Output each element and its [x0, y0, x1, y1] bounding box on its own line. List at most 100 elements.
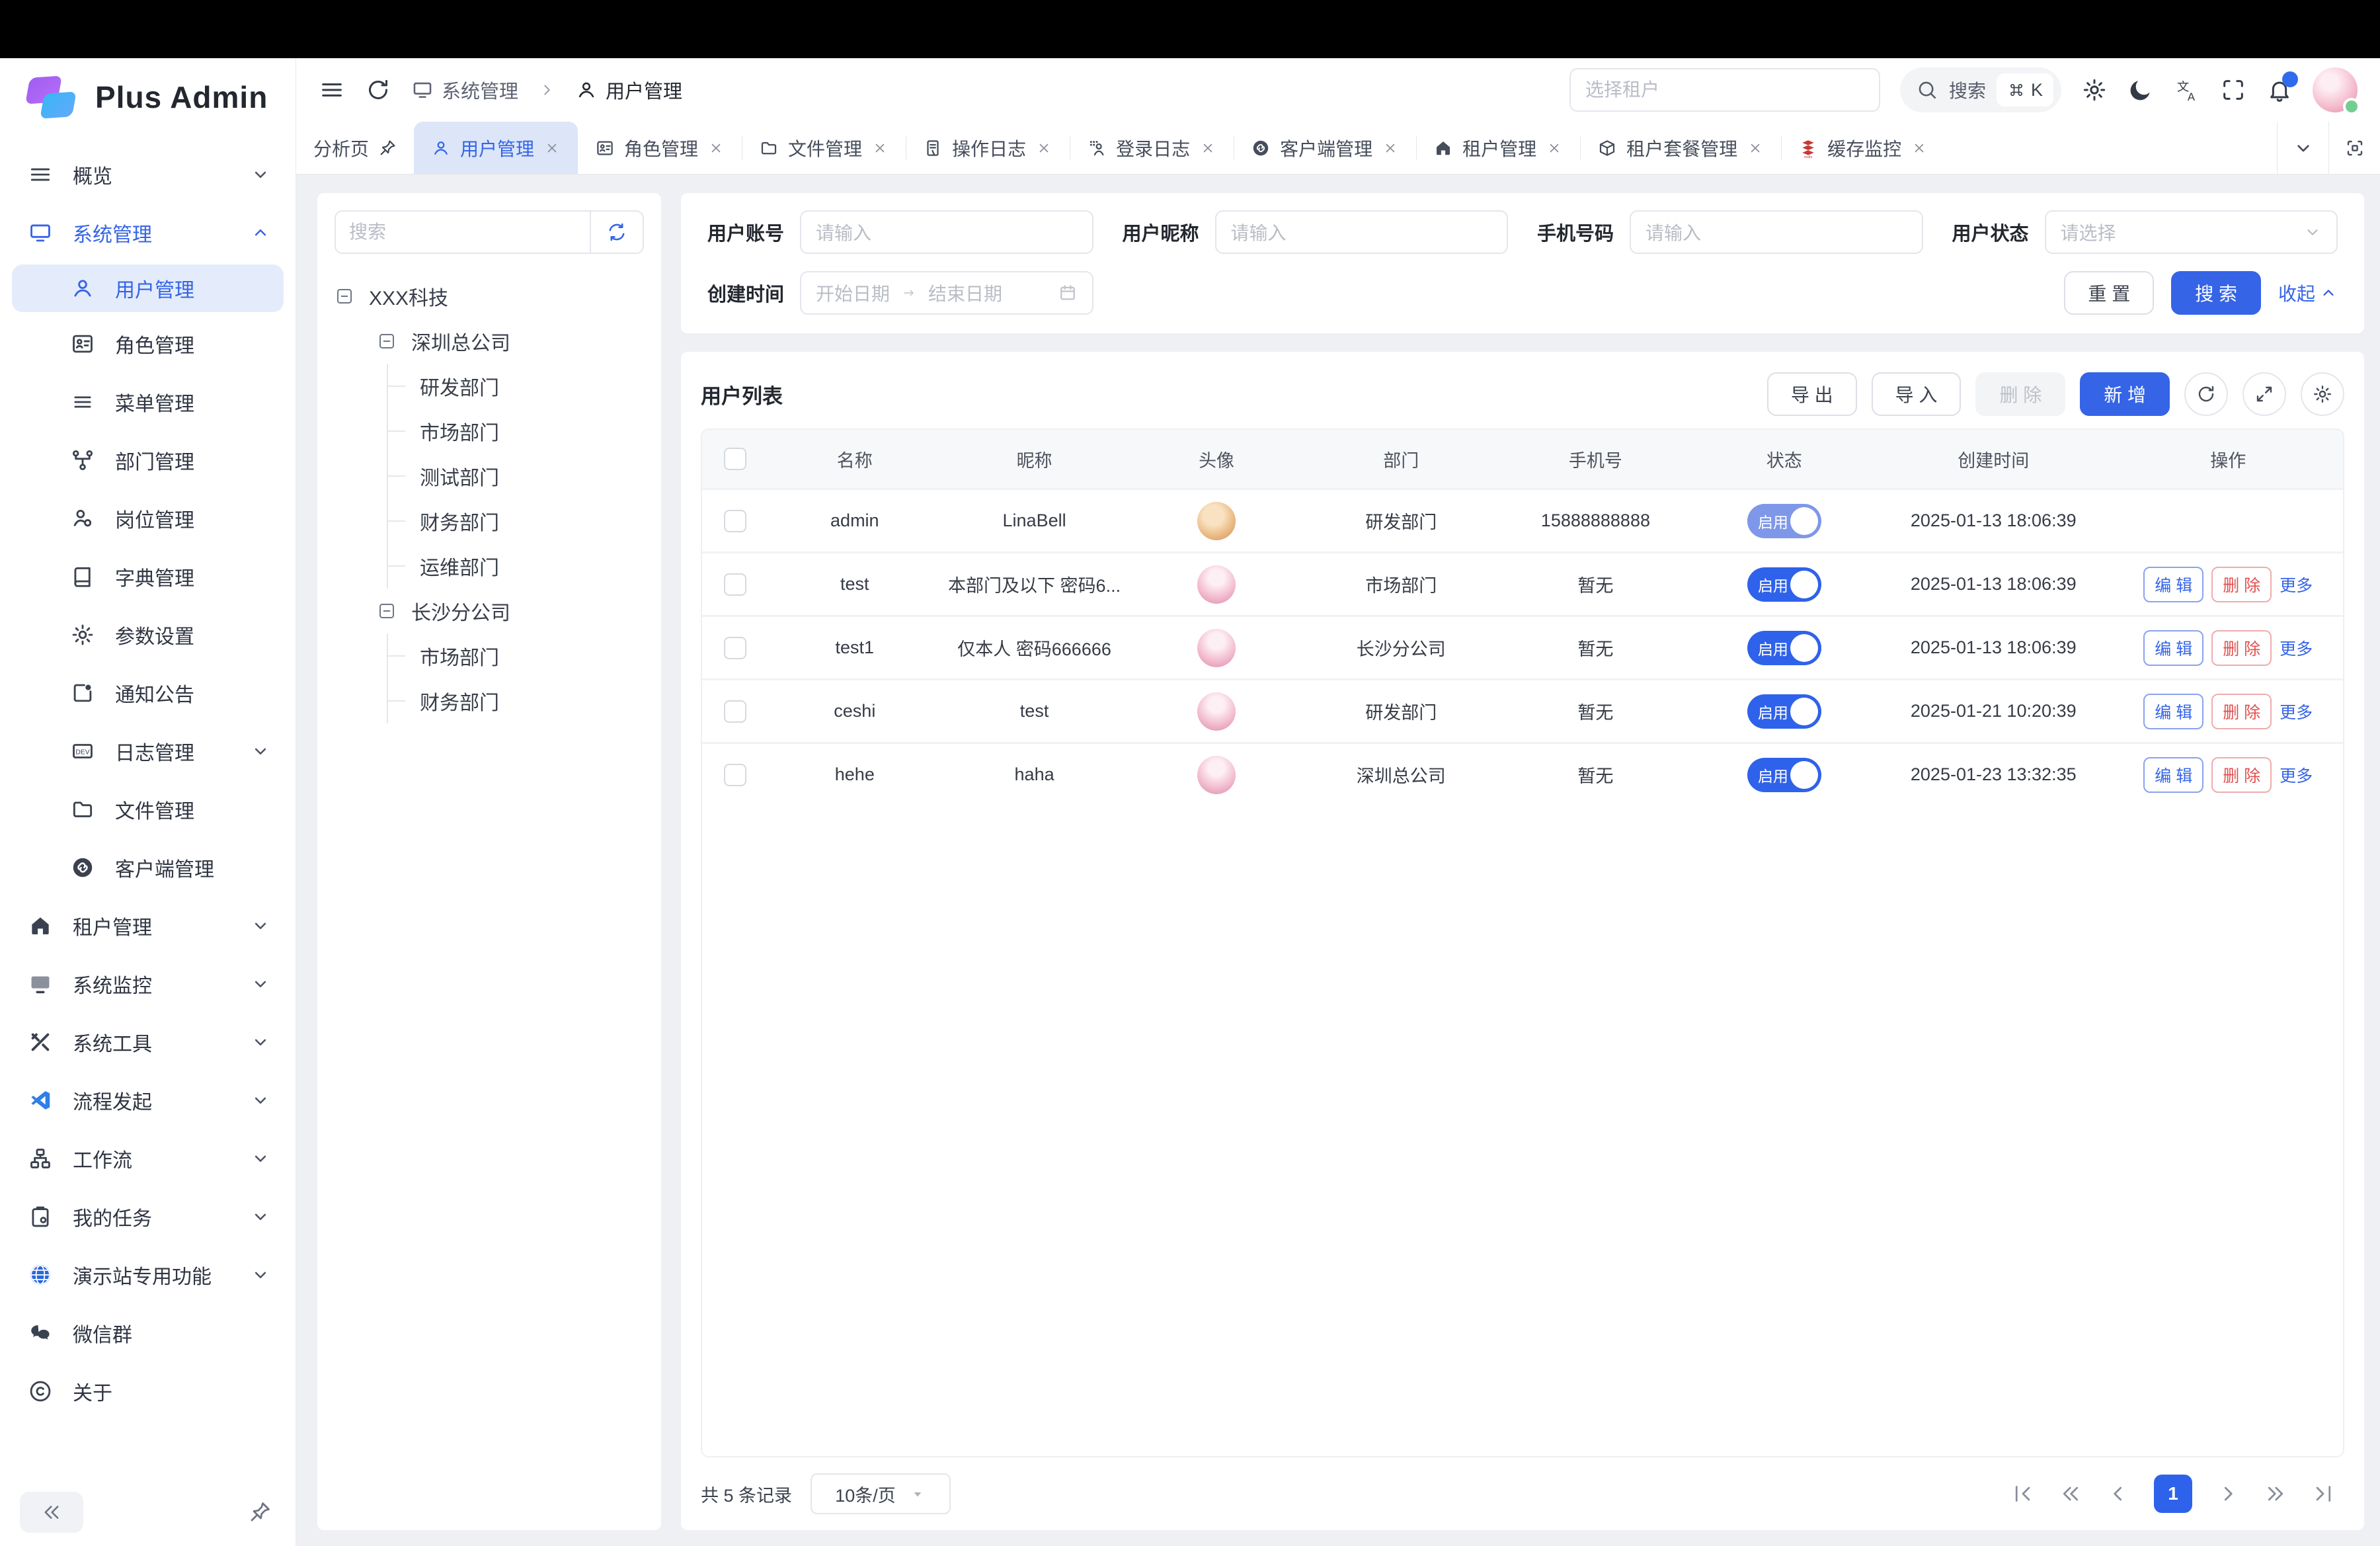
sidebar-item-user-management[interactable]: 用户管理	[12, 264, 284, 312]
status-toggle[interactable]: 启用	[1747, 694, 1821, 729]
close-icon[interactable]	[1546, 140, 1563, 157]
delete-row-button[interactable]: 删 除	[2211, 567, 2272, 602]
export-button[interactable]: 导 出	[1767, 372, 1857, 416]
tree-node-dept[interactable]: 财务部门	[388, 499, 644, 544]
tab-list-dropdown-button[interactable]	[2277, 122, 2328, 174]
prev-page-button[interactable]	[2106, 1482, 2130, 1506]
jump-back-button[interactable]	[2059, 1482, 2082, 1506]
tree-node-dept[interactable]: 运维部门	[388, 544, 644, 589]
more-button[interactable]: 更多	[2280, 636, 2313, 660]
status-toggle[interactable]: 启用	[1747, 758, 1821, 792]
close-icon[interactable]	[1747, 140, 1764, 157]
more-button[interactable]: 更多	[2280, 700, 2313, 723]
tree-node-company[interactable]: XXX科技	[335, 274, 644, 319]
tab-operation-log[interactable]: 操作日志	[906, 122, 1070, 174]
status-toggle[interactable]: 启用	[1747, 504, 1821, 538]
tree-node-dept[interactable]: 市场部门	[388, 409, 644, 454]
sidebar-item-demo-features[interactable]: 演示站专用功能	[0, 1246, 296, 1304]
tree-node-dept[interactable]: 研发部门	[388, 364, 644, 409]
global-search-button[interactable]: 搜索 K	[1900, 67, 2061, 112]
import-button[interactable]: 导 入	[1872, 372, 1962, 416]
tab-analysis[interactable]: 分析页	[296, 122, 414, 174]
close-icon[interactable]	[1911, 140, 1928, 157]
search-button[interactable]: 搜 索	[2171, 271, 2261, 315]
edit-button[interactable]: 编 辑	[2143, 757, 2203, 793]
phone-input[interactable]: 请输入	[1630, 210, 1923, 254]
status-toggle[interactable]: 启用	[1747, 567, 1821, 602]
sidebar-item-process-start[interactable]: 流程发起	[0, 1071, 296, 1129]
sidebar-item-dict-management[interactable]: 字典管理	[0, 548, 296, 606]
dark-mode-moon-icon[interactable]	[2127, 77, 2154, 103]
user-avatar[interactable]	[2313, 67, 2358, 112]
row-checkbox[interactable]	[724, 510, 746, 532]
status-toggle[interactable]: 启用	[1747, 631, 1821, 665]
reset-button[interactable]: 重 置	[2064, 271, 2154, 315]
sidebar-item-system-monitor[interactable]: 系统监控	[0, 955, 296, 1013]
account-input[interactable]: 请输入	[800, 210, 1093, 254]
close-icon[interactable]	[543, 140, 561, 157]
date-range-picker[interactable]: 开始日期 结束日期	[800, 271, 1093, 315]
sidebar-item-wechat-group[interactable]: 微信群	[0, 1304, 296, 1362]
tab-user-management[interactable]: 用户管理	[414, 122, 578, 174]
sidebar-item-system-tools[interactable]: 系统工具	[0, 1013, 296, 1071]
delete-row-button[interactable]: 删 除	[2211, 694, 2272, 729]
fullscreen-icon[interactable]	[2220, 77, 2246, 103]
tab-file-management[interactable]: 文件管理	[742, 122, 906, 174]
tab-client-management[interactable]: 客户端管理	[1234, 122, 1416, 174]
app-logo[interactable]: Plus Admin	[0, 58, 296, 136]
sidebar-item-role-management[interactable]: 角色管理	[0, 315, 296, 373]
delete-row-button[interactable]: 删 除	[2211, 630, 2272, 666]
settings-gear-icon[interactable]	[2081, 77, 2108, 103]
collapse-square-icon[interactable]	[335, 286, 354, 306]
next-page-button[interactable]	[2216, 1482, 2240, 1506]
sidebar-item-department-management[interactable]: 部门管理	[0, 431, 296, 489]
collapse-square-icon[interactable]	[377, 601, 397, 621]
row-checkbox[interactable]	[724, 637, 746, 659]
sidebar-item-about[interactable]: 关于	[0, 1362, 296, 1420]
tree-node-branch[interactable]: 深圳总公司	[377, 319, 644, 364]
tab-cache-monitor[interactable]: redis 缓存监控	[1781, 122, 1945, 174]
edit-button[interactable]: 编 辑	[2143, 694, 2203, 729]
delete-row-button[interactable]: 删 除	[2211, 757, 2272, 793]
row-checkbox[interactable]	[724, 764, 746, 786]
tab-tenant-package-management[interactable]: 租户套餐管理	[1580, 122, 1781, 174]
sidebar-item-param-settings[interactable]: 参数设置	[0, 606, 296, 664]
tree-refresh-button[interactable]	[590, 212, 643, 253]
sidebar-item-log-management[interactable]: DEV 日志管理	[0, 722, 296, 780]
breadcrumb-level2[interactable]: 用户管理	[575, 76, 682, 104]
add-button[interactable]: 新 增	[2080, 372, 2170, 416]
row-checkbox[interactable]	[724, 573, 746, 596]
sidebar-item-my-tasks[interactable]: 我的任务	[0, 1188, 296, 1246]
tree-node-dept[interactable]: 财务部门	[388, 678, 644, 723]
breadcrumb-level1[interactable]: 系统管理	[411, 76, 518, 104]
close-icon[interactable]	[1382, 140, 1399, 157]
sidebar-item-overview[interactable]: 概览	[0, 145, 296, 204]
more-button[interactable]: 更多	[2280, 573, 2313, 596]
sidebar-item-menu-management[interactable]: 菜单管理	[0, 373, 296, 431]
nickname-input[interactable]: 请输入	[1215, 210, 1508, 254]
sidebar-collapse-button[interactable]	[20, 1492, 83, 1533]
pin-icon[interactable]	[248, 1500, 272, 1524]
sidebar-item-notice[interactable]: 通知公告	[0, 664, 296, 722]
refresh-icon[interactable]	[365, 77, 391, 103]
delete-button[interactable]: 删 除	[1975, 372, 2065, 416]
tree-node-branch[interactable]: 长沙分公司	[377, 589, 644, 633]
close-icon[interactable]	[707, 140, 725, 157]
edit-button[interactable]: 编 辑	[2143, 567, 2203, 602]
tab-login-log[interactable]: 登录日志	[1070, 122, 1234, 174]
first-page-button[interactable]	[2011, 1482, 2035, 1506]
last-page-button[interactable]	[2311, 1482, 2335, 1506]
tenant-select-input[interactable]	[1569, 68, 1880, 112]
tree-search-input[interactable]	[336, 222, 590, 243]
current-page-button[interactable]: 1	[2154, 1475, 2192, 1513]
sidebar-item-post-management[interactable]: 岗位管理	[0, 489, 296, 548]
table-refresh-button[interactable]	[2184, 372, 2228, 416]
pin-icon[interactable]	[378, 139, 397, 157]
select-all-checkbox[interactable]	[724, 448, 746, 470]
tab-role-management[interactable]: 角色管理	[578, 122, 742, 174]
edit-button[interactable]: 编 辑	[2143, 630, 2203, 666]
tree-node-dept[interactable]: 测试部门	[388, 454, 644, 499]
close-icon[interactable]	[1035, 140, 1052, 157]
sidebar-item-client-management[interactable]: 客户端管理	[0, 838, 296, 897]
jump-forward-button[interactable]	[2264, 1482, 2287, 1506]
